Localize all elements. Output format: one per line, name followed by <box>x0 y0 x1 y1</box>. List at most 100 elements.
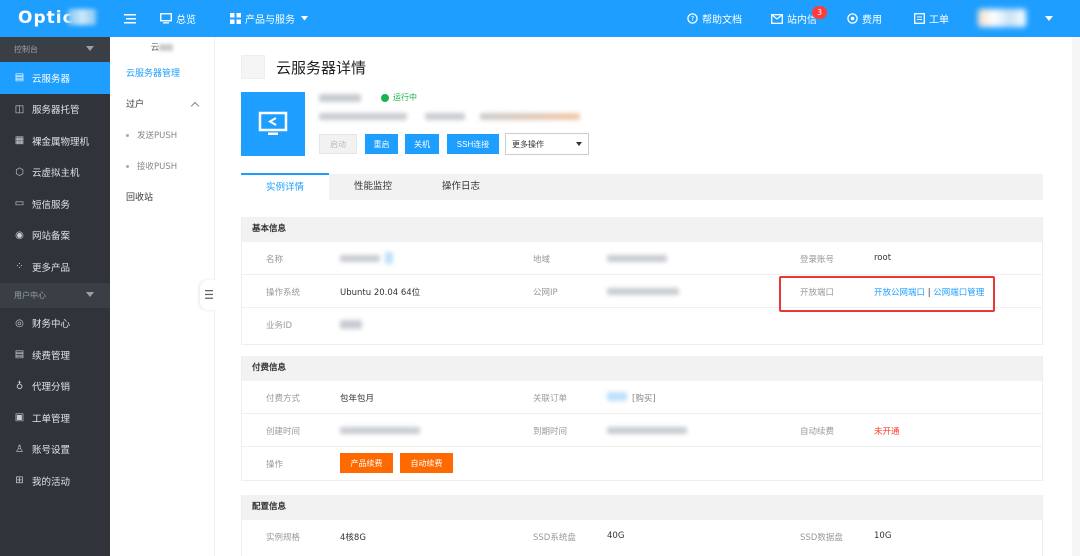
monitor-icon <box>258 111 288 135</box>
menu-toggle-button[interactable] <box>124 0 140 37</box>
more-actions-select[interactable]: 更多操作 <box>505 133 589 155</box>
gift-icon: ⊞ <box>15 475 24 487</box>
tab-performance-monitor[interactable]: 性能监控 <box>329 174 417 200</box>
public-ip-value-blurred <box>607 288 679 295</box>
chevron-up-icon <box>190 101 200 111</box>
sidebar-group-console-label: 控制台 <box>14 45 38 54</box>
nav-overview-label: 总览 <box>176 15 196 26</box>
sidebar-item-label: 更多产品 <box>32 262 71 274</box>
finance-icon: ◎ <box>15 317 24 329</box>
table-row: 付费方式 包年包月 关联订单 [购买] <box>242 381 1042 414</box>
status-dot-icon <box>381 93 389 102</box>
shutdown-button[interactable]: 关机 <box>405 134 439 154</box>
sidebar-item-finance[interactable]: ◎ 财务中心 <box>0 308 110 340</box>
billing-info-section: 付费信息 付费方式 包年包月 关联订单 [购买] 创建时间 到期时间 自动续费 … <box>241 356 1043 481</box>
help-icon: ? <box>687 13 698 24</box>
collapse-subnav-handle[interactable] <box>200 280 216 310</box>
table-row: 操作 产品续费 自动续费 <box>242 447 1042 480</box>
status-badge: 运行中 <box>381 92 417 103</box>
sidebar-group-console[interactable]: 控制台 <box>0 37 110 62</box>
page-title: 云服务器详情 <box>276 59 367 77</box>
sidebar-item-more-products[interactable]: ⁘ 更多产品 <box>0 251 110 283</box>
instance-info-blurred <box>319 113 407 120</box>
sidebar-item-virtual-host[interactable]: ⬡ 云虚拟主机 <box>0 157 110 189</box>
name-label: 名称 <box>266 255 284 265</box>
region-value-blurred <box>607 255 667 262</box>
subnav-title-blurred <box>159 44 174 51</box>
bare-metal-icon: ▦ <box>14 135 25 147</box>
tab-operation-log[interactable]: 操作日志 <box>417 174 505 200</box>
sidebar-item-sms[interactable]: ▭ 短信服务 <box>0 188 110 220</box>
login-account-label: 登录账号 <box>800 255 835 265</box>
name-value-blurred <box>340 255 380 262</box>
tab-instance-details[interactable]: 实例详情 <box>241 173 329 201</box>
tickets-label: 工单 <box>929 15 949 26</box>
status-text: 运行中 <box>393 93 417 102</box>
instance-spec-value: 4核8G <box>340 533 366 543</box>
nav-overview[interactable]: 总览 <box>160 0 196 37</box>
sidebar-item-cloud-server[interactable]: ▤ 云服务器 <box>0 62 110 94</box>
help-docs-link[interactable]: ? 帮助文档 <box>687 0 742 37</box>
sms-icon: ▭ <box>14 198 25 210</box>
top-bar: Optic 总览 产品与服务 ? 帮助文档 站内信 3 费用 工单 <box>0 0 1080 37</box>
order-id-blurred[interactable] <box>607 392 627 401</box>
start-button[interactable]: 启动 <box>319 134 357 154</box>
sidebar-group-user[interactable]: 用户中心 <box>0 282 110 308</box>
menu-icon <box>124 13 136 23</box>
sidebar-item-label: 我的活动 <box>32 476 71 488</box>
sidebar-item-label: 工单管理 <box>32 413 71 425</box>
server-icon: ▤ <box>14 72 25 84</box>
subnav-item-cloud-server-manage[interactable]: 云服务器管理 <box>110 59 214 90</box>
subnav-item-recycle-bin[interactable]: 回收站 <box>110 183 214 214</box>
sidebar-item-hosting[interactable]: ◫ 服务器托管 <box>0 94 110 126</box>
user-avatar-blurred[interactable] <box>978 9 1026 27</box>
auto-renew-button[interactable]: 自动续费 <box>400 453 453 473</box>
monitor-icon <box>160 13 172 24</box>
billing-label: 费用 <box>862 15 882 26</box>
edit-name-icon[interactable] <box>385 252 393 264</box>
sidebar-item-bare-metal[interactable]: ▦ 裸金属物理机 <box>0 125 110 157</box>
subnav-item-send-push[interactable]: 发送PUSH <box>110 121 214 152</box>
tickets-link[interactable]: 工单 <box>914 0 949 37</box>
login-account-value: root <box>874 253 892 263</box>
created-time-label: 创建时间 <box>266 427 301 437</box>
messages-link[interactable]: 站内信 <box>771 0 817 37</box>
product-renew-button[interactable]: 产品续费 <box>340 453 393 473</box>
table-row: 创建时间 到期时间 自动续费 未开通 <box>242 414 1042 447</box>
instance-name-blurred <box>319 94 361 102</box>
sidebar-item-tickets[interactable]: ▣ 工单管理 <box>0 402 110 434</box>
nav-products-dropdown[interactable]: 产品与服务 <box>230 0 312 37</box>
payment-mode-label: 付费方式 <box>266 394 301 404</box>
sidebar-item-renew[interactable]: ▤ 续费管理 <box>0 339 110 371</box>
sidebar-item-activities[interactable]: ⊞ 我的活动 <box>0 465 110 497</box>
payment-mode-value: 包年包月 <box>340 394 375 404</box>
user-menu-caret-icon[interactable] <box>1045 16 1053 21</box>
data-disk-value: 10G <box>874 531 892 541</box>
expire-time-blurred <box>607 427 687 434</box>
subnav-item-transfer[interactable]: 过户 <box>110 90 214 121</box>
billing-link[interactable]: 费用 <box>847 0 882 37</box>
sidebar-item-label: 账号设置 <box>32 445 71 457</box>
ssh-connect-button[interactable]: SSH连接 <box>447 134 499 154</box>
virtual-host-icon: ⬡ <box>15 166 24 178</box>
message-count-badge: 3 <box>812 6 827 19</box>
restart-button[interactable]: 重启 <box>365 134 398 154</box>
subnav-item-label: 发送PUSH <box>137 131 178 141</box>
sidebar: 控制台 ▤ 云服务器 ◫ 服务器托管 ▦ 裸金属物理机 ⬡ 云虚拟主机 ▭ 短信服务 ◉ 网… <box>0 37 110 556</box>
title-icon <box>241 55 265 79</box>
auto-renew-status: 未开通 <box>874 427 900 437</box>
sidebar-item-label: 代理分销 <box>32 382 71 394</box>
subnav-item-receive-push[interactable]: 接收PUSH <box>110 152 214 183</box>
detail-tabs: 实例详情 性能监控 操作日志 <box>241 173 1043 201</box>
logo[interactable]: Optic <box>18 8 74 28</box>
collapse-arrow-icon <box>86 46 94 51</box>
more-products-icon: ⁘ <box>15 261 24 273</box>
ticket-icon <box>914 13 925 24</box>
server-large-icon <box>241 92 305 156</box>
config-info-section: 配置信息 实例规格 4核8G SSD系统盘 40G SSD数据盘 10G <box>241 495 1043 556</box>
vertical-scrollbar[interactable] <box>1072 37 1080 556</box>
sidebar-item-agent[interactable]: ♁ 代理分销 <box>0 371 110 403</box>
purchase-link[interactable]: [购买] <box>632 392 656 404</box>
sidebar-item-record[interactable]: ◉ 网站备案 <box>0 220 110 252</box>
sidebar-item-account[interactable]: ♙ 账号设置 <box>0 434 110 466</box>
